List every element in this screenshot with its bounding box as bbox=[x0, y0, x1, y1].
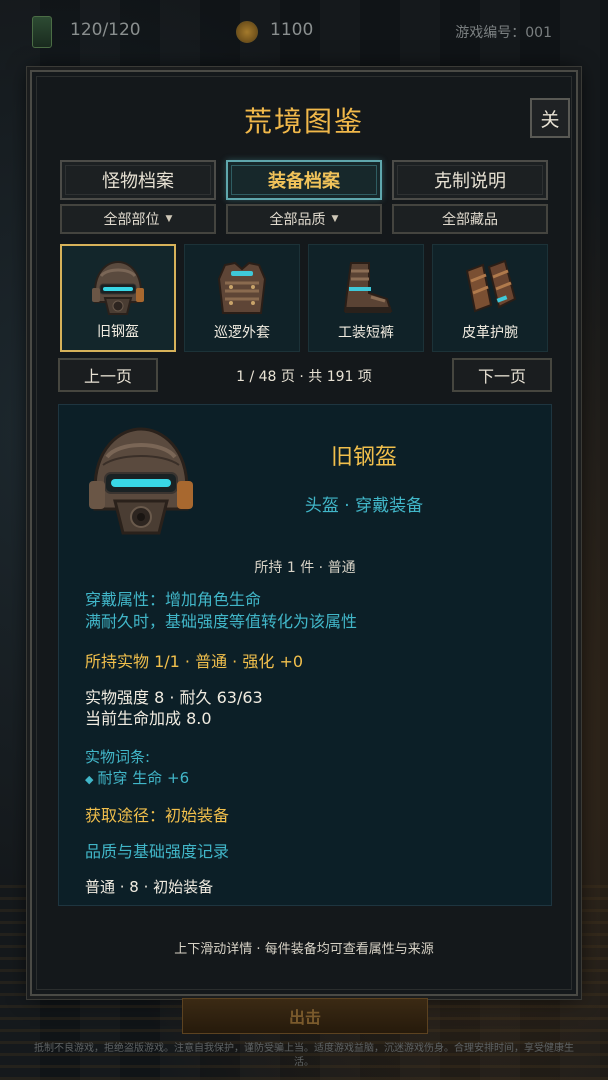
affix-value: 耐穿 生命 +6 bbox=[97, 769, 190, 787]
item-label: 巡逻外套 bbox=[214, 325, 270, 341]
sortie-button[interactable]: 出击 bbox=[182, 998, 428, 1034]
stat-line-2: 当前生命加成 8.0 bbox=[85, 709, 212, 728]
item-label: 工装短裤 bbox=[338, 325, 394, 341]
panel-title: 荒境图鉴 bbox=[243, 105, 364, 138]
item-card-leather-bracer[interactable]: 皮革护腕 bbox=[432, 244, 548, 352]
item-card-old-helmet[interactable]: 旧钢盔 bbox=[60, 244, 176, 352]
hp-readout: 120/120 bbox=[70, 20, 141, 40]
record-title: 品质与基础强度记录 bbox=[85, 842, 230, 861]
detail-item-name: 旧钢盔 bbox=[330, 445, 397, 470]
detail-owned: 所持 1 件 · 普通 bbox=[254, 560, 356, 576]
caret-down-icon: ▼ bbox=[165, 214, 173, 224]
helmet-icon bbox=[89, 427, 193, 535]
caret-down-icon: ▼ bbox=[331, 214, 339, 224]
filter-quality-dropdown[interactable]: 全部品质 ▼ bbox=[226, 204, 382, 234]
filter-quality-label: 全部品质 bbox=[269, 212, 326, 228]
filter-slot-label: 全部部位 bbox=[103, 212, 160, 228]
filter-collection-button[interactable]: 全部藏品 bbox=[392, 204, 548, 234]
codex-panel: 荒境图鉴 关 怪物档案 装备档案 克制说明 全部部位 ▼ 全部品质 ▼ 全部藏品 旧… bbox=[30, 70, 578, 996]
scroll-hint: 上下滑动详情 · 每件装备均可查看属性与来源 bbox=[174, 942, 434, 957]
diamond-icon: ◆ bbox=[85, 773, 94, 786]
held-info: 所持实物 1/1 · 普通 · 强化 +0 bbox=[85, 652, 304, 671]
item-detail-panel[interactable]: 旧钢盔 头盔 · 穿戴装备 所持 1 件 · 普通 穿戴属性：增加角色生命 满耐… bbox=[58, 404, 552, 906]
close-button[interactable]: 关 bbox=[530, 98, 570, 138]
tab-equipment[interactable]: 装备档案 bbox=[226, 160, 382, 200]
attr-line-1: 穿戴属性：增加角色生命 bbox=[85, 590, 262, 609]
next-page-button[interactable]: 下一页 bbox=[452, 358, 552, 392]
coin-icon bbox=[236, 21, 258, 43]
helmet-icon bbox=[92, 260, 144, 315]
battery-icon bbox=[32, 16, 52, 48]
item-label: 皮革护腕 bbox=[462, 325, 518, 341]
source-info: 获取途径：初始装备 bbox=[85, 806, 230, 825]
affix-entry: ◆ 耐穿 生命 +6 bbox=[85, 768, 189, 790]
detail-item-type: 头盔 · 穿戴装备 bbox=[304, 496, 424, 516]
tab-monsters[interactable]: 怪物档案 bbox=[60, 160, 216, 200]
game-id: 游戏编号：001 bbox=[455, 25, 552, 41]
health-notice: 抵制不良游戏，拒绝盗版游戏。注意自我保护，谨防受骗上当。适度游戏益脑，沉迷游戏伤… bbox=[34, 1043, 574, 1068]
coin-readout: 1100 bbox=[270, 20, 314, 40]
boots-icon bbox=[343, 262, 393, 313]
item-label: 旧钢盔 bbox=[97, 324, 139, 340]
filter-slot-dropdown[interactable]: 全部部位 ▼ bbox=[60, 204, 216, 234]
stat-line-1: 实物强度 8 · 耐久 63/63 bbox=[85, 688, 263, 707]
item-card-patrol-vest[interactable]: 巡逻外套 bbox=[184, 244, 300, 352]
filter-collection-label: 全部藏品 bbox=[442, 212, 498, 228]
affix-title: 实物词条: bbox=[85, 748, 151, 766]
status-bar: 120/120 1100 游戏编号：001 bbox=[0, 0, 608, 62]
attr-line-2: 满耐久时，基础强度等值转化为该属性 bbox=[85, 612, 358, 631]
record-value: 普通 · 8 · 初始装备 bbox=[85, 878, 214, 896]
bracer-icon bbox=[465, 259, 517, 313]
tab-counters[interactable]: 克制说明 bbox=[392, 160, 548, 200]
vest-icon bbox=[217, 261, 267, 314]
item-card-work-shorts[interactable]: 工装短裤 bbox=[308, 244, 424, 352]
